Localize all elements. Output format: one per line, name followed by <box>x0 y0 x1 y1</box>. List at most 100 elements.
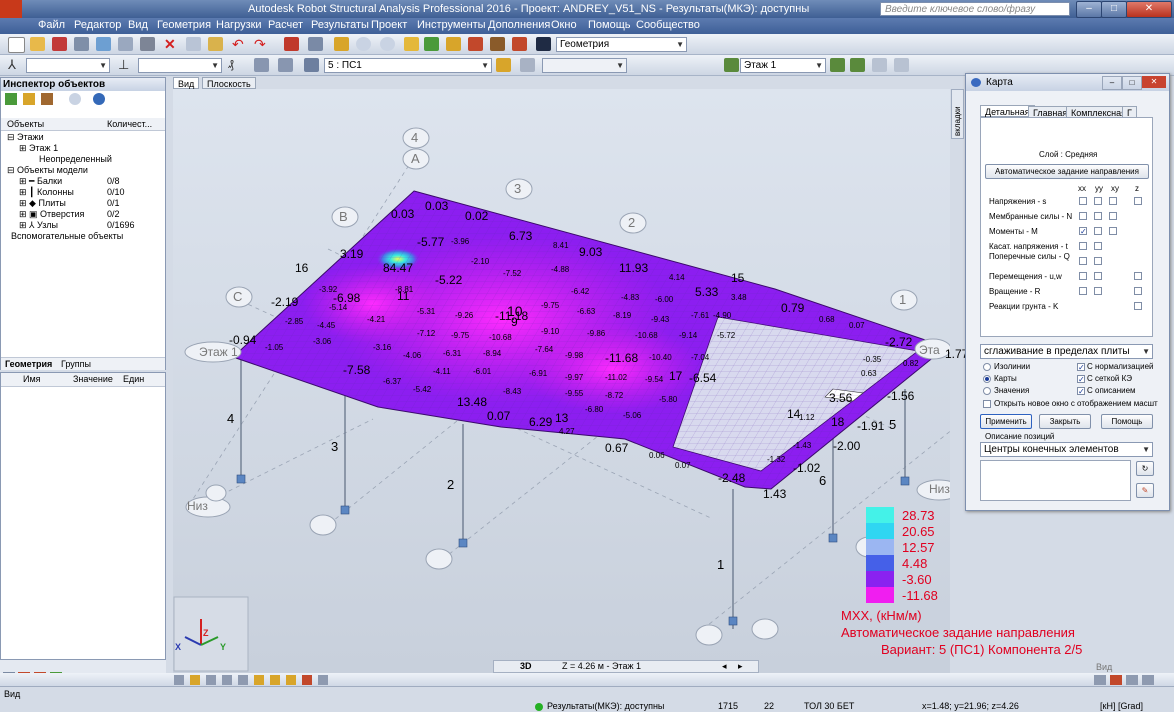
isolines-radio[interactable] <box>983 363 991 371</box>
tools-icon[interactable] <box>512 37 527 51</box>
tab-geometry[interactable]: Геометрия <box>5 358 52 370</box>
maximize-button[interactable]: □ <box>1101 1 1127 18</box>
displacement-yy-checkbox[interactable] <box>1094 272 1102 280</box>
component-icon[interactable] <box>520 58 535 72</box>
menu-help[interactable]: Помощь <box>588 19 631 31</box>
view-icon-9[interactable] <box>302 675 312 685</box>
menu-geometry[interactable]: Геометрия <box>157 19 211 31</box>
rotation-yy-checkbox[interactable] <box>1094 287 1102 295</box>
layout-combo[interactable]: Геометрия ▼ <box>556 37 687 52</box>
menu-edit[interactable]: Редактор <box>74 19 121 31</box>
camera-icon[interactable] <box>140 37 155 51</box>
menu-loads[interactable]: Нагрузки <box>216 19 262 31</box>
calculator-icon[interactable] <box>284 37 299 51</box>
values-radio[interactable] <box>983 387 991 395</box>
menu-tools[interactable]: Инструменты <box>417 19 486 31</box>
view-mode[interactable]: 3D <box>520 661 532 672</box>
search-icon[interactable] <box>69 93 81 105</box>
storey-down-icon[interactable] <box>850 58 865 72</box>
copy-icon[interactable] <box>186 37 201 51</box>
view-icon-2[interactable] <box>190 675 200 685</box>
storey-below-icon[interactable] <box>894 58 909 72</box>
view-icon-8[interactable] <box>286 675 296 685</box>
selection-filter-icon[interactable] <box>23 93 35 105</box>
menu-community[interactable]: Сообщество <box>636 19 700 31</box>
pan-icon[interactable] <box>404 37 419 51</box>
menu-project[interactable]: Проект <box>371 19 407 31</box>
stress-xx-checkbox[interactable] <box>1079 197 1087 205</box>
view-icon-1[interactable] <box>174 675 184 685</box>
view-right-icon-3[interactable] <box>1126 675 1138 685</box>
view-right-icon-2[interactable] <box>1110 675 1122 685</box>
help-icon[interactable] <box>93 93 105 105</box>
menu-window[interactable]: Окно <box>551 19 577 31</box>
structure-icon[interactable] <box>446 37 461 51</box>
view-icon-6[interactable] <box>254 675 264 685</box>
displacement-xx-checkbox[interactable] <box>1079 272 1087 280</box>
tree-item-model-objects[interactable]: ⊟ Объекты модели <box>7 165 88 176</box>
dialog-close-button[interactable]: ✕ <box>1142 76 1166 88</box>
tree-item-plates[interactable]: ⊞ ◆ Плиты <box>19 198 66 209</box>
edit-description-icon[interactable]: ✎ <box>1136 483 1154 498</box>
load-case-combo[interactable]: 5 : ПС1 ▼ <box>324 58 492 73</box>
table-icon[interactable] <box>308 37 323 51</box>
soil-z-checkbox[interactable] <box>1134 302 1142 310</box>
stress-xy-checkbox[interactable] <box>1109 197 1117 205</box>
print-icon[interactable] <box>74 37 89 51</box>
smoothing-combo[interactable]: сглаживание в пределах плиты ▼ <box>980 344 1153 359</box>
apply-button[interactable]: Применить <box>980 414 1032 429</box>
new-window-checkbox[interactable] <box>983 400 991 408</box>
case-list-icon[interactable] <box>278 58 293 72</box>
undo-icon[interactable]: ↶ <box>232 37 247 51</box>
displacement-z-checkbox[interactable] <box>1134 272 1142 280</box>
storey-up-icon[interactable] <box>830 58 845 72</box>
case-prev-icon[interactable] <box>304 58 319 72</box>
membrane-yy-checkbox[interactable] <box>1094 212 1102 220</box>
shear-force-yy-checkbox[interactable] <box>1094 257 1102 265</box>
tree-item-nodes[interactable]: ⊞ ⅄ Узлы <box>19 220 58 231</box>
stress-yy-checkbox[interactable] <box>1094 197 1102 205</box>
new-file-icon[interactable] <box>8 37 25 53</box>
stress-z-checkbox[interactable] <box>1134 197 1142 205</box>
shear-stress-xx-checkbox[interactable] <box>1079 242 1087 250</box>
position-description-combo[interactable]: Центры конечных элементов ▼ <box>980 442 1153 457</box>
paste-icon[interactable] <box>208 37 223 51</box>
storey-above-icon[interactable] <box>872 58 887 72</box>
filter-icon[interactable] <box>5 93 17 105</box>
shear-stress-yy-checkbox[interactable] <box>1094 242 1102 250</box>
tree-item-columns[interactable]: ⊞ ┃ Колонны <box>19 187 74 198</box>
minimize-button[interactable]: – <box>1076 1 1102 18</box>
sort-icon[interactable] <box>41 93 53 105</box>
bar-icon[interactable]: ⊥ <box>118 58 133 72</box>
view-icon-10[interactable] <box>318 675 328 685</box>
membrane-xy-checkbox[interactable] <box>1109 212 1117 220</box>
zoom-icon[interactable] <box>356 37 371 51</box>
maps-radio[interactable] <box>983 375 991 383</box>
tree-item-auxiliary[interactable]: Вспомогательные объекты <box>11 231 123 242</box>
side-tabs[interactable]: вкладки <box>951 89 964 139</box>
screen-capture-icon[interactable] <box>118 37 133 51</box>
close-dialog-button[interactable]: Закрыть <box>1039 414 1091 429</box>
level-up-icon[interactable]: ◂ <box>722 661 727 672</box>
selection-combo[interactable]: ▼ <box>26 58 110 73</box>
dialog-maximize-button[interactable]: □ <box>1122 76 1142 90</box>
rotation-z-checkbox[interactable] <box>1134 287 1142 295</box>
normalization-checkbox[interactable]: ✓ <box>1077 363 1085 372</box>
load-case-icon[interactable] <box>496 58 511 72</box>
node-icon[interactable]: ⅄ <box>8 58 23 72</box>
level-down-icon[interactable]: ▸ <box>738 661 743 672</box>
rotation-xx-checkbox[interactable] <box>1079 287 1087 295</box>
shear-force-xx-checkbox[interactable] <box>1079 257 1087 265</box>
tree-item-storeys[interactable]: ⊟ Этажи <box>7 132 44 143</box>
view-icon-7[interactable] <box>270 675 280 685</box>
menu-results[interactable]: Результаты <box>311 19 369 31</box>
tab-detailed[interactable]: Детальная <box>980 105 1035 117</box>
bar-selection-combo[interactable]: ▼ <box>138 58 222 73</box>
view-icon-3[interactable] <box>206 675 216 685</box>
menu-addins[interactable]: Дополнения <box>488 19 550 31</box>
case-icon[interactable]: ₰ <box>228 58 243 72</box>
component-combo[interactable]: ▼ <box>542 58 627 73</box>
supports-icon[interactable] <box>468 37 483 51</box>
membrane-xx-checkbox[interactable] <box>1079 212 1087 220</box>
view-right-icon-1[interactable] <box>1094 675 1106 685</box>
